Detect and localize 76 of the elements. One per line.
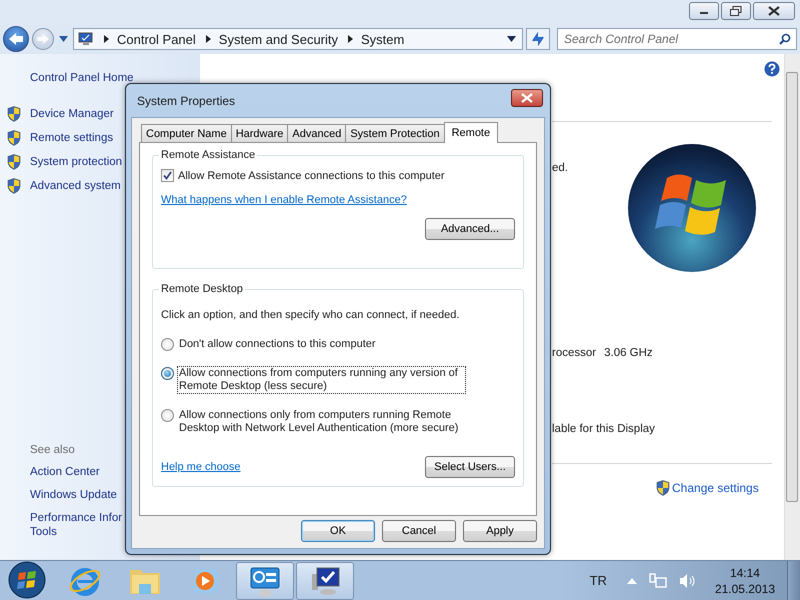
tab[interactable]: Hardware <box>230 124 288 142</box>
checkbox[interactable] <box>161 169 174 182</box>
tab[interactable]: Advanced <box>287 124 346 142</box>
radio-button[interactable] <box>161 338 174 351</box>
chevron-icon <box>104 35 109 43</box>
shield-icon <box>7 106 21 122</box>
select-users-button[interactable]: Select Users... <box>425 456 515 478</box>
arrow-right-icon <box>36 33 50 45</box>
clock-time[interactable]: 14:14 <box>730 564 760 580</box>
processor-value: 3.06 GHz <box>604 347 653 361</box>
arrow-left-icon <box>7 32 25 46</box>
dropdown-arrow-icon[interactable] <box>507 36 516 42</box>
dialog-button[interactable]: Cancel <box>382 520 456 542</box>
radio-button[interactable] <box>161 367 174 380</box>
breadcrumb[interactable]: System <box>361 32 404 46</box>
clock-date[interactable]: 21.05.2013 <box>714 580 775 596</box>
edition-text: ed. <box>552 162 568 174</box>
instruction-text: Click an option, and then specify who can connect, if needed. <box>161 309 460 321</box>
group-title: Remote Assistance <box>160 149 256 161</box>
change-settings-link[interactable]: Change settings <box>672 481 759 495</box>
close-button[interactable] <box>753 2 795 20</box>
restore-button[interactable] <box>721 2 751 20</box>
task-link[interactable]: System protection <box>30 156 122 168</box>
restore-icon <box>730 6 742 16</box>
home-link[interactable]: Control Panel Home <box>30 72 134 84</box>
radio-label[interactable]: Don't allow connections to this computer <box>177 337 466 352</box>
refresh-icon <box>530 32 546 46</box>
computer-icon <box>78 32 94 46</box>
scroll-thumb[interactable] <box>786 72 798 502</box>
see-also-link[interactable]: Performance Infor Tools <box>30 511 122 539</box>
pen-touch-text: lable for this Display <box>552 423 655 435</box>
task-link[interactable]: Advanced system <box>30 180 121 192</box>
dialog-button[interactable]: OK <box>301 520 375 542</box>
processor-label: rocessor <box>552 347 596 361</box>
refresh-button[interactable] <box>526 28 550 50</box>
back-button[interactable] <box>3 26 29 52</box>
see-also-heading: See also <box>30 444 75 456</box>
taskbar-button[interactable] <box>236 562 294 600</box>
tab[interactable]: Computer Name <box>141 124 232 142</box>
tab[interactable]: System Protection <box>345 124 445 142</box>
dropdown-arrow-icon[interactable] <box>59 36 68 42</box>
breadcrumb[interactable]: System and Security <box>218 32 338 46</box>
taskbar-button[interactable] <box>296 562 354 600</box>
task-link[interactable]: Device Manager <box>30 108 114 120</box>
help-icon[interactable] <box>764 61 780 77</box>
forward-button[interactable] <box>32 28 54 50</box>
see-also-link[interactable]: Action Center <box>30 465 100 479</box>
address-bar[interactable]: Control Panel System and Security System <box>73 28 523 50</box>
close-icon <box>521 92 533 102</box>
close-icon <box>768 6 780 16</box>
task-link[interactable]: Remote settings <box>30 132 114 144</box>
radio-label[interactable]: Allow connections only from computers running Remote Desktop with Network Level Authentication (more secure) <box>177 408 466 436</box>
group-title: Remote Desktop <box>160 283 244 295</box>
minimize-button[interactable] <box>689 2 719 20</box>
tab[interactable]: Remote <box>444 122 498 143</box>
chevron-icon <box>348 35 353 43</box>
checkbox-label[interactable]: Allow Remote Assistance connections to this computer <box>178 170 445 182</box>
radio-label[interactable]: Allow connections from computers running any version of Remote Desktop (less secure) <box>177 366 466 394</box>
shield-icon <box>7 154 21 170</box>
radio-button[interactable] <box>161 409 174 422</box>
help-link[interactable]: What happens when I enable Remote Assistance? <box>161 194 515 206</box>
chevron-icon <box>206 35 211 43</box>
help-link[interactable]: Help me choose <box>161 461 240 473</box>
dialog-button[interactable]: Apply <box>463 520 537 542</box>
scrollbar[interactable] <box>784 54 800 560</box>
close-button[interactable] <box>511 88 543 106</box>
breadcrumb[interactable]: Control Panel <box>117 32 196 46</box>
dialog-title: System Properties <box>137 94 236 108</box>
shield-icon <box>656 480 670 496</box>
language-indicator[interactable]: TR <box>590 573 607 588</box>
shield-icon <box>7 178 21 194</box>
search-field[interactable]: Search Control Panel <box>557 28 797 50</box>
shield-icon <box>7 130 21 146</box>
advanced-button[interactable]: Advanced... <box>425 218 515 240</box>
see-also-link[interactable]: Windows Update <box>30 488 117 502</box>
search-icon <box>779 33 791 45</box>
